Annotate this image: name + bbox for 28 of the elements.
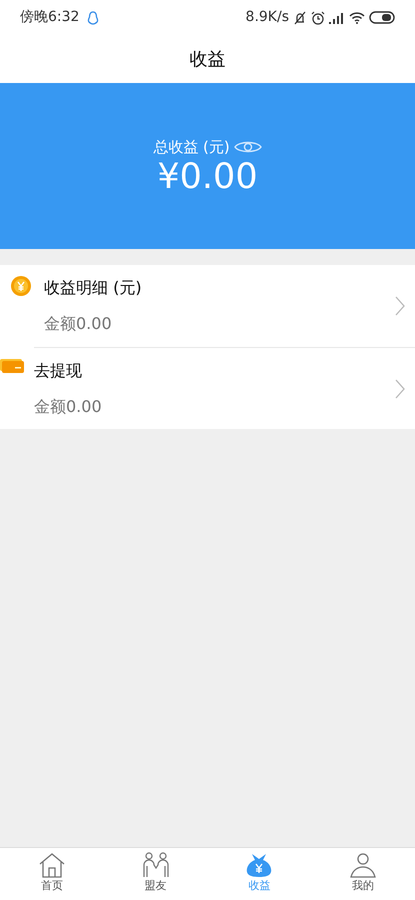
money-bag-icon xyxy=(245,852,274,878)
alarm-icon xyxy=(311,10,325,24)
row-amount: 金额0.00 xyxy=(34,396,103,418)
home-icon xyxy=(38,852,66,878)
total-earnings-label: 总收益 (元) xyxy=(153,136,230,158)
coin-icon xyxy=(10,275,32,297)
user-icon xyxy=(349,852,378,878)
bell-off-icon xyxy=(293,10,307,24)
penguin-icon xyxy=(87,10,100,24)
signal-icon xyxy=(329,12,345,24)
battery-icon xyxy=(369,11,395,24)
menu-row[interactable]: 去提现 金额0.00 xyxy=(34,347,415,429)
row-amount: 金额0.00 xyxy=(44,313,113,335)
total-earnings-amount: ¥0.00 xyxy=(157,158,258,196)
tab-button[interactable]: 盟友 xyxy=(104,848,208,900)
network-speed: 8.9K/s xyxy=(246,8,289,27)
chevron-icon xyxy=(395,378,405,398)
chevron-icon xyxy=(395,296,405,316)
card-icon xyxy=(0,358,24,374)
row-title: 收益明细 (元) xyxy=(44,277,143,299)
page-title: 收益 xyxy=(190,48,226,72)
wifi-icon xyxy=(349,12,365,24)
status-time: 傍晚6:32 xyxy=(20,8,80,27)
row-title: 去提现 xyxy=(34,360,83,382)
tab-button[interactable]: 我的 xyxy=(311,848,415,900)
menu-row[interactable]: 收益明细 (元) 金额0.00 xyxy=(0,265,415,347)
tab-button[interactable]: 首页 xyxy=(0,848,104,900)
friends-icon xyxy=(142,852,170,878)
